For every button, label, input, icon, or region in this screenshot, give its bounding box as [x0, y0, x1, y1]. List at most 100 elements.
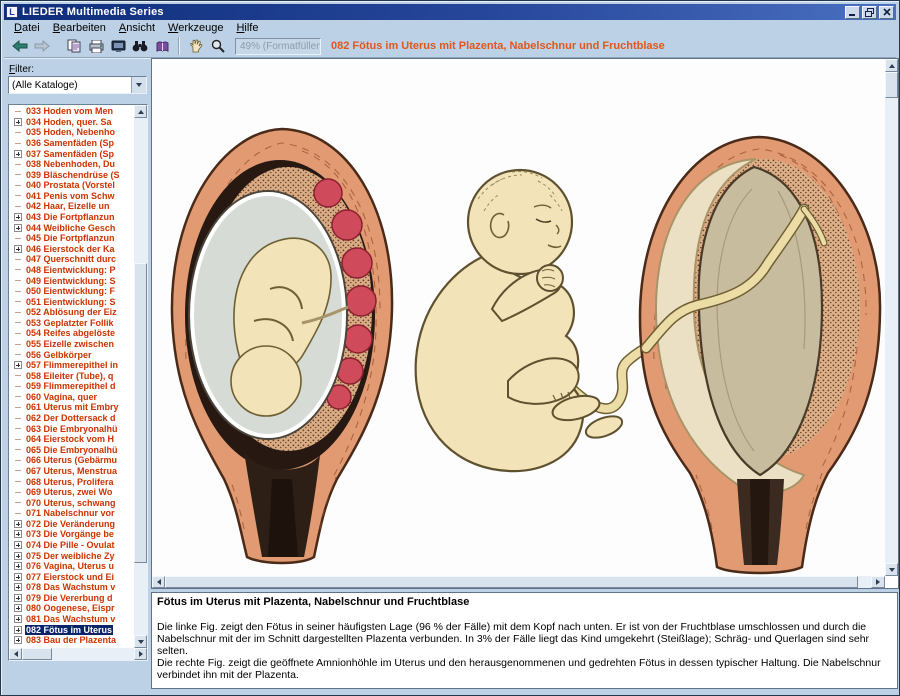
back-button[interactable]: [10, 36, 30, 56]
restore-button[interactable]: [862, 6, 877, 19]
tree-item[interactable]: 065 Die Embryonalhü: [10, 445, 134, 456]
close-button[interactable]: [879, 6, 894, 19]
image-vscrollbar[interactable]: [885, 59, 898, 576]
tree-item[interactable]: 058 Eileiter (Tube), q: [10, 370, 134, 381]
tree-item[interactable]: 078 Das Wachstum v: [10, 582, 134, 593]
tree-item[interactable]: 036 Samenfäden (Sp: [10, 138, 134, 149]
hand-tool-button[interactable]: [186, 36, 206, 56]
expand-icon[interactable]: [14, 552, 22, 560]
tree-item[interactable]: 035 Hoden, Nebenho: [10, 127, 134, 138]
expand-icon[interactable]: [14, 361, 22, 369]
tree-item[interactable]: 051 Eientwicklung: S: [10, 296, 134, 307]
expand-icon[interactable]: [14, 573, 22, 581]
scroll-down-button[interactable]: [885, 563, 898, 576]
expand-icon[interactable]: [14, 224, 22, 232]
scroll-down-button[interactable]: [134, 635, 147, 648]
tree-item[interactable]: 042 Haar, Eizelle un: [10, 201, 134, 212]
scroll-right-button[interactable]: [134, 648, 147, 660]
menu-item-bearbeiten[interactable]: Bearbeiten: [47, 21, 113, 35]
tree-item[interactable]: 080 Oogenese, Eispr: [10, 603, 134, 614]
tree-item[interactable]: 066 Uterus (Gebärmu: [10, 455, 134, 466]
expand-icon[interactable]: [14, 604, 22, 612]
tree-item[interactable]: 076 Vagina, Uterus u: [10, 561, 134, 572]
tree-hscrollbar[interactable]: [9, 648, 147, 660]
expand-icon[interactable]: [14, 530, 22, 538]
expand-icon[interactable]: [14, 562, 22, 570]
scroll-up-button[interactable]: [885, 59, 898, 72]
tree-item[interactable]: 075 Der weibliche Zy: [10, 550, 134, 561]
tree-hscroll-thumb[interactable]: [22, 648, 52, 660]
copy-button[interactable]: [64, 36, 84, 56]
menu-item-werkzeuge[interactable]: Werkzeuge: [162, 21, 230, 35]
expand-icon[interactable]: [14, 541, 22, 549]
tree-item[interactable]: 049 Eientwicklung: S: [10, 275, 134, 286]
tree-item[interactable]: 062 Der Dottersack d: [10, 413, 134, 424]
scroll-right-button[interactable]: [871, 576, 885, 588]
tree-item[interactable]: 040 Prostata (Vorstel: [10, 180, 134, 191]
tree-item[interactable]: 052 Ablösung der Eiz: [10, 307, 134, 318]
expand-icon[interactable]: [14, 118, 22, 126]
expand-icon[interactable]: [14, 245, 22, 253]
tree-item[interactable]: 079 Die Vererbung d: [10, 593, 134, 604]
zoom-tool-button[interactable]: [208, 36, 228, 56]
minimize-button[interactable]: [845, 6, 860, 19]
help-book-button[interactable]: [152, 36, 172, 56]
tree-item[interactable]: 063 Die Embryonalhü: [10, 423, 134, 434]
tree-item[interactable]: 044 Weibliche Gesch: [10, 222, 134, 233]
scroll-left-button[interactable]: [152, 576, 165, 588]
scroll-left-button[interactable]: [9, 648, 22, 660]
tree-item[interactable]: 070 Uterus, schwang: [10, 497, 134, 508]
zoom-level-field[interactable]: 49% (Formatfüllend): [235, 38, 321, 55]
tree-item[interactable]: 064 Eierstock vom H: [10, 434, 134, 445]
tree-item[interactable]: 048 Eientwicklung: P: [10, 265, 134, 276]
tree-item[interactable]: 045 Die Fortpflanzun: [10, 233, 134, 244]
print-button[interactable]: [86, 36, 106, 56]
tree-item[interactable]: 059 Flimmerepithel d: [10, 381, 134, 392]
tree-item[interactable]: 057 Flimmerepithel in: [10, 360, 134, 371]
image-hscrollbar[interactable]: [152, 576, 885, 588]
image-canvas[interactable]: [152, 59, 885, 576]
tree-item[interactable]: 034 Hoden, quer. Sa: [10, 117, 134, 128]
title-bar[interactable]: L LIEDER Multimedia Series: [4, 4, 896, 20]
tree-item[interactable]: 054 Reifes abgelöste: [10, 328, 134, 339]
menu-item-datei[interactable]: Datei: [8, 21, 47, 35]
expand-icon[interactable]: [14, 520, 22, 528]
forward-button[interactable]: [32, 36, 52, 56]
search-button[interactable]: [130, 36, 150, 56]
tree-item[interactable]: 082 Fötus im Uterus: [10, 624, 134, 635]
menu-item-ansicht[interactable]: Ansicht: [113, 21, 162, 35]
expand-icon[interactable]: [14, 636, 22, 644]
tree-item[interactable]: 039 Bläschendrüse (S: [10, 169, 134, 180]
tree-item[interactable]: 050 Eientwicklung: F: [10, 286, 134, 297]
tree-item[interactable]: 067 Uterus, Menstrua: [10, 466, 134, 477]
menu-item-hilfe[interactable]: Hilfe: [230, 21, 265, 35]
image-vscroll-thumb[interactable]: [885, 72, 898, 98]
image-hscroll-thumb[interactable]: [165, 576, 858, 588]
expand-icon[interactable]: [14, 150, 22, 158]
tree-item[interactable]: 072 Die Veränderung: [10, 519, 134, 530]
expand-icon[interactable]: [14, 626, 22, 634]
tree-item[interactable]: 056 Gelbkörper: [10, 349, 134, 360]
tree-vscrollbar[interactable]: [134, 105, 147, 648]
tree-item[interactable]: 053 Geplatzter Follik: [10, 318, 134, 329]
tree-item[interactable]: 033 Hoden vom Men: [10, 106, 134, 117]
dropdown-button[interactable]: [131, 77, 146, 93]
tree-item[interactable]: 074 Die Pille - Ovulat: [10, 540, 134, 551]
tree-item[interactable]: 073 Die Vorgänge be: [10, 529, 134, 540]
expand-icon[interactable]: [14, 615, 22, 623]
tree-item[interactable]: 061 Uterus mit Embry: [10, 402, 134, 413]
tree-item[interactable]: 069 Uterus, zwei Wo: [10, 487, 134, 498]
expand-icon[interactable]: [14, 594, 22, 602]
expand-icon[interactable]: [14, 213, 22, 221]
tree-item[interactable]: 077 Eierstock und Ei: [10, 571, 134, 582]
expand-icon[interactable]: [14, 583, 22, 591]
tree-item[interactable]: 083 Bau der Plazenta: [10, 635, 134, 646]
tree-item[interactable]: 047 Querschnitt durc: [10, 254, 134, 265]
tree-item[interactable]: 081 Das Wachstum v: [10, 614, 134, 625]
tree-item[interactable]: 038 Nebenhoden, Du: [10, 159, 134, 170]
tree-item[interactable]: 046 Eierstock der Ka: [10, 244, 134, 255]
tree-item[interactable]: 068 Uterus, Prolifera: [10, 476, 134, 487]
tree-vscroll-thumb[interactable]: [134, 263, 147, 563]
tree-item[interactable]: 043 Die Fortpflanzun: [10, 212, 134, 223]
presentation-button[interactable]: [108, 36, 128, 56]
